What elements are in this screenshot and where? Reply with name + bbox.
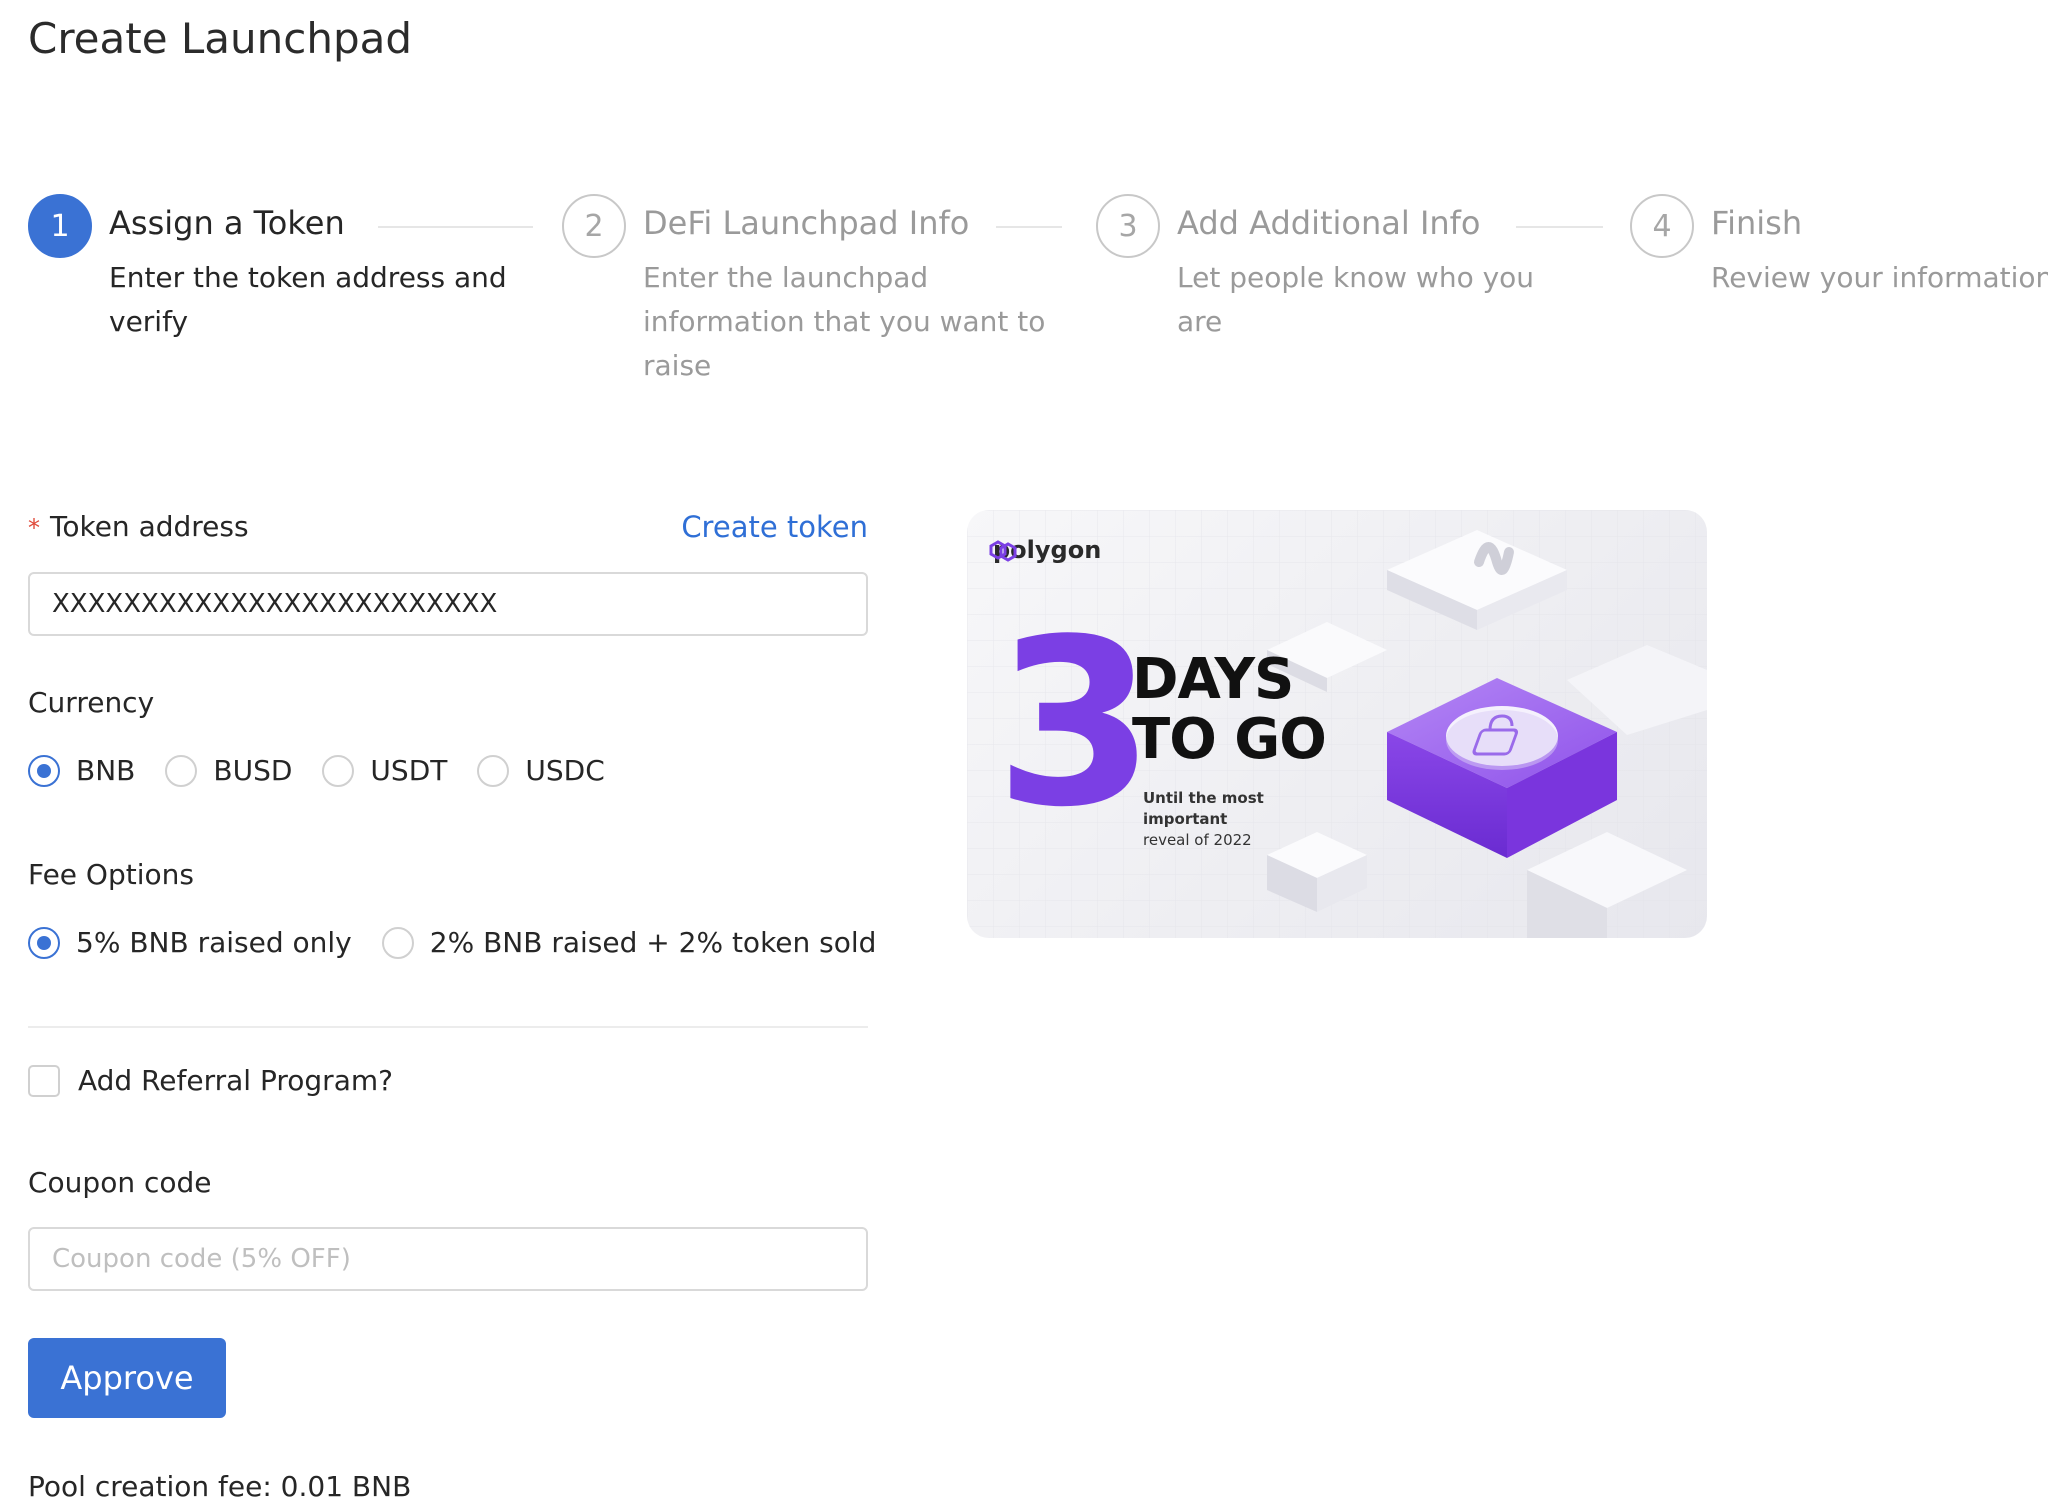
step-title: DeFi Launchpad Info [643,204,970,242]
currency-label: Currency [28,686,155,719]
radio-label: USDT [370,754,448,787]
radio[interactable] [165,754,198,787]
promo-banner[interactable]: polygon 3 DAYS TO GO Until the most impo… [967,510,1707,938]
pool-creation-fee: Pool creation fee: 0.01 BNB [28,1470,412,1503]
token-address-input[interactable] [28,572,868,636]
currency-option-usdt[interactable]: USDT [322,754,447,787]
steps-indicator: 1 Assign a Token Enter the token address… [28,194,2048,394]
radio-selected[interactable] [28,926,60,959]
token-address-label-row: * Token address Create token [28,510,868,550]
polygon-logo-icon [989,540,1017,562]
radio-label: USDC [525,754,605,787]
step-title: Finish [1711,204,1803,242]
fee-option-5-percent[interactable]: 5% BNB raised only [28,926,352,959]
countdown-number: 3 [995,591,1155,858]
step-description: Let people know who you are [1177,261,1535,338]
step-connector [1516,226,1603,228]
radio-selected[interactable] [28,754,60,787]
step-title: Assign a Token [109,204,345,242]
headline-line-1: DAYS [1132,647,1294,712]
step-description: Review your information [1711,261,2048,294]
fee-option-2-plus-2-percent[interactable]: 2% BNB raised + 2% token sold [381,926,877,959]
step-description: Enter the launchpad information that you… [643,261,1046,382]
polygon-brand: polygon [985,536,1101,564]
token-address-label-text: Token address [50,510,249,543]
radio[interactable] [322,754,355,787]
step-number: 2 [562,194,626,258]
fee-options-label: Fee Options [28,858,194,891]
currency-radio-group: BNB BUSD USDT USDC [28,754,635,787]
radio-label: BUSD [213,754,293,787]
create-token-link[interactable]: Create token [681,510,868,544]
step-connector [996,226,1062,228]
radio-label: 5% BNB raised only [76,926,352,959]
approve-button[interactable]: Approve [28,1338,226,1418]
radio[interactable] [477,754,510,787]
referral-checkbox-row[interactable]: Add Referral Program? [28,1064,393,1097]
radio-label: BNB [76,754,136,787]
referral-label: Add Referral Program? [78,1064,393,1097]
countdown-headline: DAYS TO GO [1132,647,1327,772]
subtext-line-1: Until the most important [1143,789,1264,828]
referral-checkbox[interactable] [28,1064,60,1097]
radio-label: 2% BNB raised + 2% token sold [429,926,877,959]
currency-option-usdc[interactable]: USDC [477,754,605,787]
radio[interactable] [381,926,414,959]
subtext-line-2: reveal of 2022 [1143,831,1252,849]
divider [28,1026,868,1028]
token-address-label: * Token address [28,510,249,543]
coupon-code-input[interactable] [28,1227,868,1291]
currency-option-bnb[interactable]: BNB [28,754,135,787]
step-connector [378,226,533,228]
headline-line-2: TO GO [1132,707,1327,772]
required-mark: * [28,514,40,542]
step-number: 4 [1630,194,1694,258]
step-number: 3 [1096,194,1160,258]
fee-options-radio-group: 5% BNB raised only 2% BNB raised + 2% to… [28,926,906,959]
coupon-code-label: Coupon code [28,1166,212,1199]
step-description: Enter the token address and verify [109,261,507,338]
currency-option-busd[interactable]: BUSD [165,754,292,787]
page-title: Create Launchpad [28,14,413,63]
step-title: Add Additional Info [1177,204,1481,242]
banner-subtext: Until the most important reveal of 2022 [1143,788,1343,851]
step-number: 1 [28,194,92,258]
